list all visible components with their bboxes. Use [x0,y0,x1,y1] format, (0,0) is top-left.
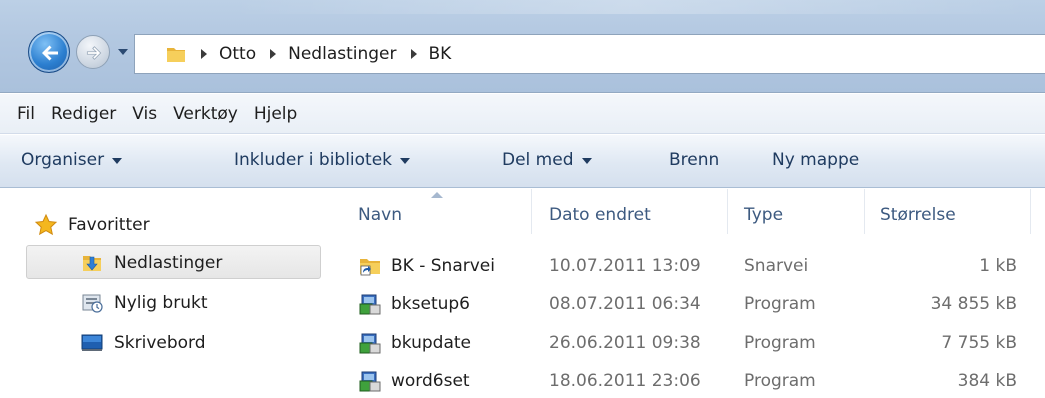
menu-hjelp[interactable]: Hjelp [246,104,305,124]
breadcrumb-nedlastinger[interactable]: Nedlastinger [256,44,397,64]
setup-program-icon [359,371,381,392]
burn-button[interactable]: Brenn [669,150,719,170]
table-row[interactable]: word6set 18.06.2011 23:06 Program 384 kB [330,365,1045,398]
organise-button[interactable]: Organiser [21,150,123,170]
file-date-cell: 18.06.2011 23:06 [549,371,701,391]
file-list: Navn Dato endret Type Størrelse BK - Sna… [330,189,1045,398]
menu-bar: Fil Rediger Vis Verktøy Hjelp [0,94,1045,134]
sidebar-item-nylig-brukt[interactable]: Nylig brukt [80,291,207,315]
downloads-folder-icon [83,256,101,271]
column-divider[interactable] [864,189,865,234]
file-size-cell: 1 kB [979,256,1017,276]
breadcrumb-separator-icon [410,49,417,59]
file-name-cell: BK - Snarvei [358,254,495,278]
dropdown-arrow-icon [400,158,411,164]
column-header-type[interactable]: Type [744,205,783,225]
file-name-cell: word6set [358,369,470,393]
dropdown-arrow-icon [581,158,592,164]
back-arrow-icon [42,45,58,61]
breadcrumb-bk[interactable]: BK [397,44,451,64]
share-with-button[interactable]: Del med [502,150,592,170]
sidebar-item-skrivebord[interactable]: Skrivebord [80,331,206,355]
new-folder-button[interactable]: Ny mappe [772,150,859,170]
breadcrumb-separator-icon [201,49,207,59]
nav-favorites[interactable]: Favoritter [34,213,150,237]
sort-ascending-icon [431,192,443,198]
address-bar-region: Otto Nedlastinger BK [0,0,1045,93]
breadcrumb-otto[interactable]: Otto [187,44,256,64]
forward-button[interactable] [76,35,110,69]
setup-program-icon [359,333,381,354]
command-bar: Organiser Inkluder i bibliotek Del med B… [0,135,1045,188]
file-size-cell: 7 755 kB [941,333,1017,353]
table-row[interactable]: BK - Snarvei 10.07.2011 13:09 Snarvei 1 … [330,250,1045,284]
file-date-cell: 10.07.2011 13:09 [549,256,701,276]
file-date-cell: 26.06.2011 09:38 [549,333,701,353]
folder-icon [167,48,185,62]
file-type-cell: Program [744,294,816,314]
chevron-down-icon[interactable] [117,46,129,58]
menu-rediger[interactable]: Rediger [43,104,124,124]
breadcrumb-separator-icon [270,49,277,59]
back-button[interactable] [28,31,70,73]
column-header-date[interactable]: Dato endret [549,205,651,225]
file-type-cell: Program [744,371,816,391]
column-header-name[interactable]: Navn [358,205,402,225]
include-library-button[interactable]: Inkluder i bibliotek [234,150,411,170]
dropdown-arrow-icon [112,158,123,164]
star-icon [34,213,58,236]
file-type-cell: Snarvei [744,256,809,276]
navigation-pane: Favoritter Nedlastinger Nylig brukt Skri… [0,189,330,398]
setup-program-icon [359,294,381,315]
file-date-cell: 08.07.2011 06:34 [549,294,701,314]
file-type-cell: Program [744,333,816,353]
column-header-size[interactable]: Størrelse [880,205,956,225]
column-divider[interactable] [1030,189,1031,234]
column-divider[interactable] [531,189,532,234]
table-row[interactable]: bksetup6 08.07.2011 06:34 Program 34 855… [330,288,1045,322]
file-size-cell: 384 kB [957,371,1017,391]
address-box[interactable]: Otto Nedlastinger BK [134,34,1045,74]
file-name-cell: bkupdate [358,331,471,355]
file-size-cell: 34 855 kB [930,294,1017,314]
table-row[interactable]: bkupdate 26.06.2011 09:38 Program 7 755 … [330,327,1045,361]
shortcut-icon [360,259,380,276]
file-name-cell: bksetup6 [358,292,470,316]
column-divider[interactable] [727,189,728,234]
menu-verktoy[interactable]: Verktøy [165,104,246,124]
forward-arrow-icon [86,46,102,60]
recent-places-icon [82,294,103,313]
sidebar-item-nedlastinger[interactable]: Nedlastinger [80,251,222,275]
desktop-icon [81,334,103,351]
title-glow [230,0,1030,14]
menu-fil[interactable]: Fil [17,104,43,124]
menu-vis[interactable]: Vis [124,104,165,124]
